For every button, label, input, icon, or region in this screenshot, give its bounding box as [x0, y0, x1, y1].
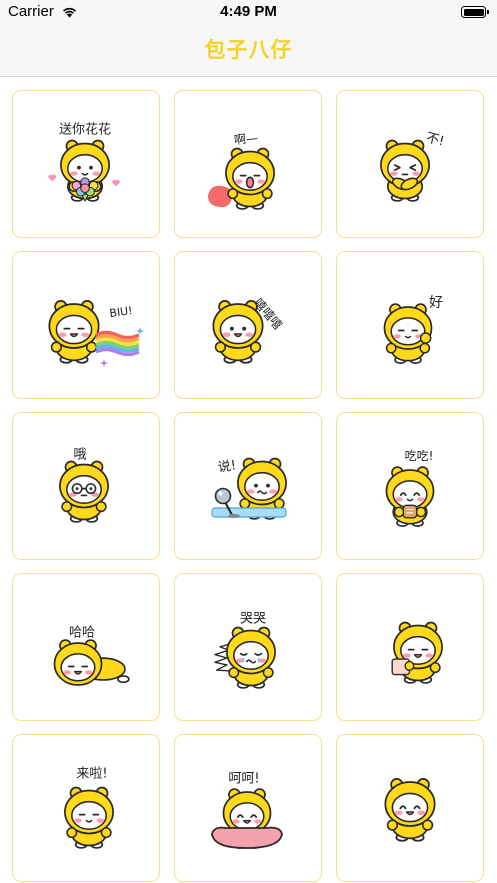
bun-character — [383, 303, 433, 364]
page-title: 包子八仔 — [204, 38, 293, 62]
sticker-caption: 吃吃! — [404, 449, 434, 463]
bun-character — [380, 139, 430, 202]
status-bar: Carrier 4:49 PM — [0, 0, 497, 24]
sticker-card[interactable] — [336, 734, 484, 882]
snack — [402, 504, 418, 519]
bun-character — [214, 626, 276, 689]
sticker-card[interactable]: 来啦! — [12, 734, 160, 882]
sticker-caption: 呵呵! — [228, 771, 260, 787]
sticker-illustration — [59, 460, 109, 523]
flower-bouquet — [48, 174, 120, 202]
sticker-caption: 来啦! — [76, 766, 108, 782]
bun-character — [225, 147, 275, 210]
sticker-caption: 哦 — [73, 447, 87, 463]
sticker-card[interactable]: 说! — [174, 412, 322, 560]
sticker-caption: 好 — [429, 295, 443, 311]
sticker-grid: 送你花花啊— 不! BIU! 嘻嘻嘻 好哦说! 吃吃! 哈哈 哭哭来啦! 呵呵! — [12, 90, 484, 882]
sticker-card[interactable]: 嘻嘻嘻 — [174, 251, 322, 399]
sticker-illustration — [384, 778, 436, 842]
bun-character — [384, 778, 436, 842]
bun-character — [64, 786, 114, 849]
rainbow — [95, 327, 144, 367]
sticker-illustration — [48, 139, 120, 202]
bun-character — [385, 466, 435, 527]
navigation-bar: Carrier 4:49 PM 包子八仔 — [0, 0, 497, 77]
sticker-caption: 啊— — [233, 130, 259, 148]
sticker-card[interactable] — [336, 573, 484, 721]
bun-character — [48, 139, 120, 202]
sticker-illustration — [211, 788, 283, 849]
cushion — [211, 826, 283, 849]
sticker-caption: 哈哈 — [68, 625, 96, 641]
sticker-card[interactable]: 不! — [336, 90, 484, 238]
sticker-card[interactable]: 吃吃! — [336, 412, 484, 560]
sticker-illustration — [53, 639, 130, 686]
bun-character — [59, 460, 109, 523]
sticker-illustration — [380, 139, 430, 202]
sticker-illustration — [385, 466, 435, 527]
sticker-card[interactable]: 哈哈 — [12, 573, 160, 721]
sticker-card[interactable]: 呵呵! — [174, 734, 322, 882]
bun-character — [391, 621, 443, 684]
bun-character — [48, 300, 100, 364]
water-pool — [211, 507, 287, 518]
sticker-card[interactable]: BIU! — [12, 251, 160, 399]
bun-character — [53, 639, 130, 686]
sticker-illustration — [208, 147, 275, 210]
sticker-card[interactable]: 送你花花 — [12, 90, 160, 238]
sticker-card[interactable]: 哭哭 — [174, 573, 322, 721]
sticker-card[interactable]: 好 — [336, 251, 484, 399]
sticker-caption: 哭哭 — [239, 611, 267, 627]
sticker-card[interactable]: 啊— — [174, 90, 322, 238]
sticker-illustration — [212, 300, 264, 364]
battery-full-icon — [461, 6, 491, 19]
sticker-illustration — [64, 786, 114, 849]
sticker-illustration — [383, 303, 433, 364]
sticker-illustration — [211, 457, 287, 520]
sticker-caption: 送你花花 — [58, 122, 112, 138]
sticker-illustration — [214, 626, 276, 689]
clock: 4:49 PM — [220, 3, 277, 20]
sticker-card[interactable]: 哦 — [12, 412, 160, 560]
sticker-caption: 说! — [216, 458, 238, 476]
sticker-illustration — [391, 621, 443, 684]
sticker-caption: 不! — [424, 130, 446, 150]
sticker-caption: BIU! — [108, 303, 134, 321]
sticker-illustration — [48, 300, 144, 367]
